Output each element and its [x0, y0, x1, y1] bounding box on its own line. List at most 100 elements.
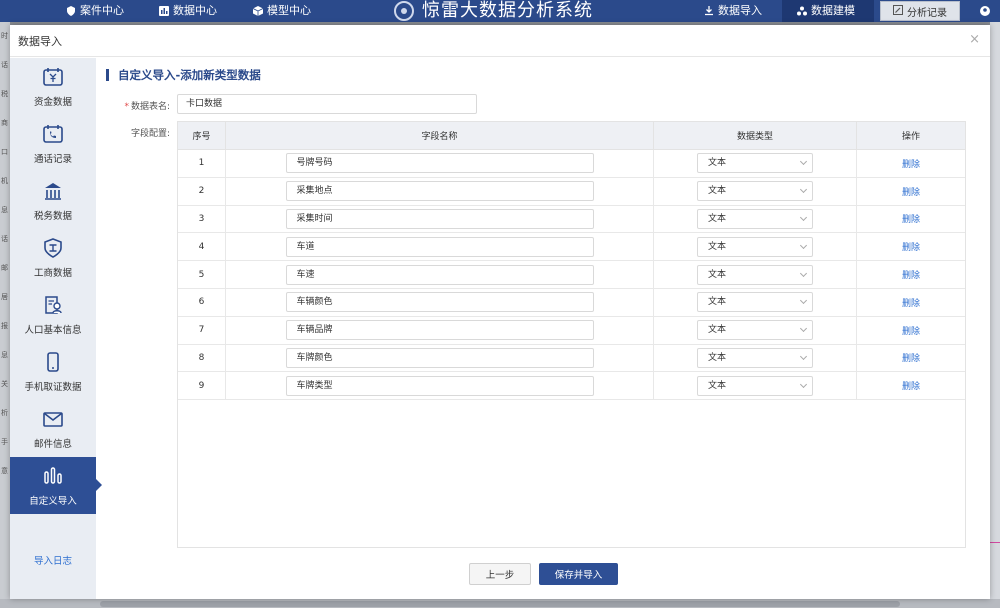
data-type-select[interactable]: 文本 [697, 347, 813, 368]
action-cell: 删除 [857, 206, 965, 233]
delete-link[interactable]: 删除 [902, 296, 920, 309]
data-type-select[interactable]: 文本 [697, 264, 813, 285]
user-menu[interactable] [980, 0, 990, 22]
delete-link[interactable]: 删除 [902, 268, 920, 281]
phone-call-icon [42, 123, 64, 145]
field-name-input[interactable]: 车牌颜色 [285, 347, 594, 368]
action-cell: 删除 [857, 345, 965, 372]
save-and-import-button[interactable]: 保存并导入 [539, 563, 618, 585]
table-row: 6 车辆颜色 文本 删除 [178, 288, 965, 317]
field-name-cell: 车牌颜色 [226, 344, 654, 372]
field-name-input[interactable]: 号牌号码 [285, 153, 594, 174]
field-name-cell: 车速 [226, 261, 654, 288]
cube-icon [252, 6, 264, 16]
background-scrollbar[interactable] [0, 599, 1000, 608]
data-type-select[interactable]: 文本 [697, 320, 813, 341]
row-index: 5 [178, 261, 226, 288]
field-name-input[interactable]: 车速 [285, 264, 594, 285]
row-index: 3 [178, 205, 226, 233]
chevron-down-icon [799, 297, 808, 305]
nav-item-custom-import[interactable]: 自定义导入 [10, 457, 102, 514]
field-name-input[interactable]: 车辆颜色 [285, 292, 594, 313]
nav-item-mobile-forensics[interactable]: 手机取证数据 [10, 343, 96, 400]
data-type-cell: 文本 [654, 177, 857, 205]
shield-icon [66, 6, 76, 16]
nav-item-tax[interactable]: 税务数据 [10, 172, 96, 229]
table-row: 8 车牌颜色 文本 删除 [178, 344, 965, 373]
delete-link[interactable]: 删除 [902, 212, 920, 225]
nav-item-population[interactable]: 人口基本信息 [10, 286, 96, 343]
action-cell: 删除 [857, 261, 965, 288]
scrollbar-thumb[interactable] [100, 601, 900, 607]
delete-link[interactable]: 删除 [902, 324, 920, 337]
data-type-select[interactable]: 文本 [697, 236, 813, 257]
nav-case-center[interactable]: 案件中心 [66, 0, 124, 22]
field-name-input[interactable]: 车辆品牌 [285, 320, 594, 341]
nav-data-center[interactable]: 数据中心 [159, 0, 217, 22]
person-info-icon [42, 294, 64, 316]
nav-item-mail[interactable]: 邮件信息 [10, 400, 96, 457]
field-name-cell: 车道 [226, 233, 654, 261]
table-name-input[interactable]: 卡口数据 [177, 94, 477, 114]
table-header: 序号 字段名称 数据类型 操作 [178, 122, 965, 150]
download-icon [704, 6, 714, 16]
business-icon [42, 237, 64, 259]
nav-item-funds[interactable]: 资金数据 [10, 58, 96, 115]
delete-link[interactable]: 删除 [902, 240, 920, 253]
col-header-action: 操作 [901, 132, 920, 142]
field-name-input[interactable]: 车牌类型 [285, 375, 594, 396]
table-row: 5 车速 文本 删除 [178, 261, 965, 289]
col-header-data-type: 数据类型 [654, 122, 857, 149]
action-cell: 删除 [857, 150, 965, 177]
mail-icon [42, 408, 64, 430]
row-index: 4 [178, 233, 226, 261]
import-log-link[interactable]: 导入日志 [10, 553, 96, 567]
decorative-line [990, 542, 1000, 543]
chevron-down-icon [799, 241, 808, 249]
data-type-value: 文本 [708, 325, 727, 336]
required-marker: * [124, 102, 129, 112]
delete-link[interactable]: 删除 [902, 157, 920, 170]
import-type-nav: 资金数据 通话记录 税务数据 工商数据 人口基本信息 手机取证数据 邮件信息 自… [10, 58, 102, 599]
data-type-select[interactable]: 文本 [697, 292, 813, 313]
analysis-record-button[interactable]: 分析记录 [880, 1, 960, 21]
data-type-select[interactable]: 文本 [697, 153, 813, 174]
data-type-select[interactable]: 文本 [697, 375, 813, 396]
custom-import-icon [42, 465, 64, 487]
chevron-down-icon [799, 269, 808, 277]
data-type-select[interactable]: 文本 [697, 208, 813, 229]
mobile-icon [42, 351, 64, 373]
data-type-cell: 文本 [654, 261, 857, 288]
nav-data-modeling[interactable]: 数据建模 [797, 0, 855, 22]
nav-data-import[interactable]: 数据导入 [704, 0, 762, 22]
delete-link[interactable]: 删除 [902, 351, 920, 364]
data-type-value: 文本 [708, 213, 727, 224]
row-index: 6 [178, 288, 226, 316]
data-type-cell: 文本 [654, 233, 857, 261]
prev-step-button[interactable]: 上一步 [469, 563, 531, 585]
data-type-value: 文本 [708, 186, 727, 197]
close-icon[interactable]: × [969, 32, 980, 47]
data-type-select[interactable]: 文本 [697, 181, 813, 202]
field-name-input[interactable]: 采集时间 [285, 208, 594, 229]
model-icon [797, 6, 807, 16]
chevron-down-icon [799, 352, 808, 361]
delete-link[interactable]: 删除 [902, 379, 920, 392]
background-page-left: 时 话 税 商 口 机 息 话 邮 居 报 息 关 析 手 意 [0, 22, 10, 608]
table-body: 1 号牌号码 文本 删除 2 采集地点 文本 删除 3 采集时间 文本 删除 4 车道 文本 删除 5 车速 文本删… [178, 150, 965, 401]
field-name-cell: 车辆品牌 [226, 316, 654, 344]
delete-link[interactable]: 删除 [902, 185, 920, 198]
col-header-field-name: 字段名称 [226, 122, 654, 149]
action-cell: 删除 [857, 317, 965, 344]
field-name-input[interactable]: 采集地点 [285, 181, 594, 202]
dialog-title: 数据导入 [18, 34, 62, 48]
nav-item-business[interactable]: 工商数据 [10, 229, 96, 286]
data-type-value: 文本 [708, 241, 727, 252]
field-name-input[interactable]: 车道 [285, 236, 594, 257]
field-name-cell: 车牌类型 [226, 372, 654, 400]
tax-icon [42, 180, 64, 202]
dialog-header: 数据导入 × [10, 25, 990, 57]
nav-item-call-records[interactable]: 通话记录 [10, 115, 96, 172]
nav-model-center[interactable]: 模型中心 [252, 0, 311, 22]
data-type-value: 文本 [708, 352, 727, 363]
